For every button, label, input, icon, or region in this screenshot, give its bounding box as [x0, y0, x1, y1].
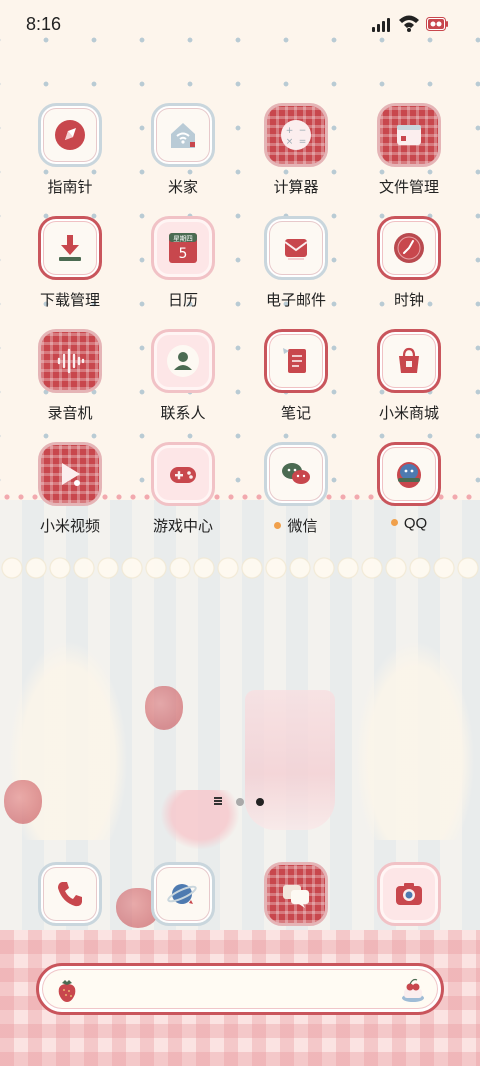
app-download-manager[interactable]: 下载管理: [20, 216, 120, 326]
svg-text:−: −: [299, 126, 307, 136]
app-calculator[interactable]: + − × = 计算器: [246, 103, 346, 213]
page-list-icon: [214, 797, 222, 805]
cherry-cake-icon: [402, 978, 424, 1002]
wallpaper-strawberry: [145, 686, 183, 730]
wifi-icon: [399, 15, 419, 32]
calendar-day: 5: [179, 246, 188, 262]
new-notification-dot: [274, 521, 282, 529]
shopping-bag-icon: [377, 329, 441, 393]
wallpaper-bunny-right: [355, 640, 475, 840]
clock-icon: [377, 216, 441, 280]
app-label: 联系人: [160, 405, 206, 422]
contact-icon: [151, 329, 215, 393]
app-label: 时钟: [393, 292, 424, 309]
app-label: 文件管理: [378, 179, 439, 196]
mail-icon: [264, 216, 328, 280]
app-clock[interactable]: 时钟: [359, 216, 459, 326]
search-bar[interactable]: [36, 963, 444, 1015]
home-wifi-icon: [151, 103, 215, 167]
app-email[interactable]: 电子邮件: [246, 216, 346, 326]
app-label: 录音机: [47, 405, 93, 422]
app-mijia[interactable]: 米家: [133, 103, 233, 213]
cellular-signal-icon: [372, 18, 392, 32]
app-label: 指南针: [47, 179, 93, 196]
app-recorder[interactable]: 录音机: [20, 329, 120, 439]
app-label: QQ: [359, 515, 459, 532]
app-label: 电子邮件: [265, 292, 326, 309]
qq-penguin-icon: [377, 442, 441, 506]
calculator-icon: + − × =: [264, 103, 328, 167]
download-icon: [38, 216, 102, 280]
app-label: 微信: [246, 515, 346, 536]
wechat-icon: [264, 442, 328, 506]
app-mi-video[interactable]: 小米视频: [20, 442, 120, 552]
dock-camera[interactable]: [359, 862, 459, 932]
svg-text:×: ×: [286, 137, 294, 147]
calendar-icon: 星期四 5: [151, 216, 215, 280]
app-file-manager[interactable]: 文件管理: [359, 103, 459, 213]
app-notes[interactable]: 笔记: [246, 329, 346, 439]
messages-icon: [264, 862, 328, 926]
app-label: 下载管理: [39, 292, 100, 309]
app-label: 笔记: [280, 405, 311, 422]
app-mi-store[interactable]: 小米商城: [359, 329, 459, 439]
dock-browser[interactable]: [133, 862, 233, 932]
battery-icon: [426, 17, 448, 31]
strawberry-icon: [58, 980, 76, 1002]
wallpaper-strawberry: [4, 780, 42, 824]
page-dot: [236, 798, 244, 806]
page-indicator[interactable]: [214, 796, 270, 808]
notes-icon: [264, 329, 328, 393]
browser-planet-icon: [151, 862, 215, 926]
app-compass[interactable]: 指南针: [20, 103, 120, 213]
app-calendar[interactable]: 星期四 5 日历: [133, 216, 233, 326]
app-label: 小米视频: [39, 518, 100, 535]
svg-text:+: +: [286, 126, 294, 136]
app-game-center[interactable]: 游戏中心: [133, 442, 233, 552]
svg-text:=: =: [299, 137, 307, 147]
page-dot-active: [256, 798, 264, 806]
camera-icon: [377, 862, 441, 926]
app-label: 小米商城: [378, 405, 439, 422]
app-qq[interactable]: QQ: [359, 442, 459, 552]
app-label: 游戏中心: [152, 518, 213, 535]
status-bar: 8:16: [0, 0, 480, 50]
app-label: 计算器: [273, 179, 319, 196]
app-label: 日历: [167, 292, 198, 309]
app-contacts[interactable]: 联系人: [133, 329, 233, 439]
app-label: 米家: [167, 179, 198, 196]
new-notification-dot: [390, 518, 398, 526]
wallpaper-lace-trim: [0, 556, 480, 580]
calendar-weekday: 星期四: [173, 235, 193, 243]
status-time: 8:16: [26, 14, 62, 34]
compass-icon: [38, 103, 102, 167]
dock-phone[interactable]: [20, 862, 120, 932]
dock-messages[interactable]: [246, 862, 346, 932]
app-wechat[interactable]: 微信: [246, 442, 346, 552]
wallpaper-strawberry-drink: [245, 690, 335, 830]
phone-icon: [38, 862, 102, 926]
waveform-icon: [38, 329, 102, 393]
folder-icon: [377, 103, 441, 167]
play-icon: [38, 442, 102, 506]
gamepad-icon: [151, 442, 215, 506]
